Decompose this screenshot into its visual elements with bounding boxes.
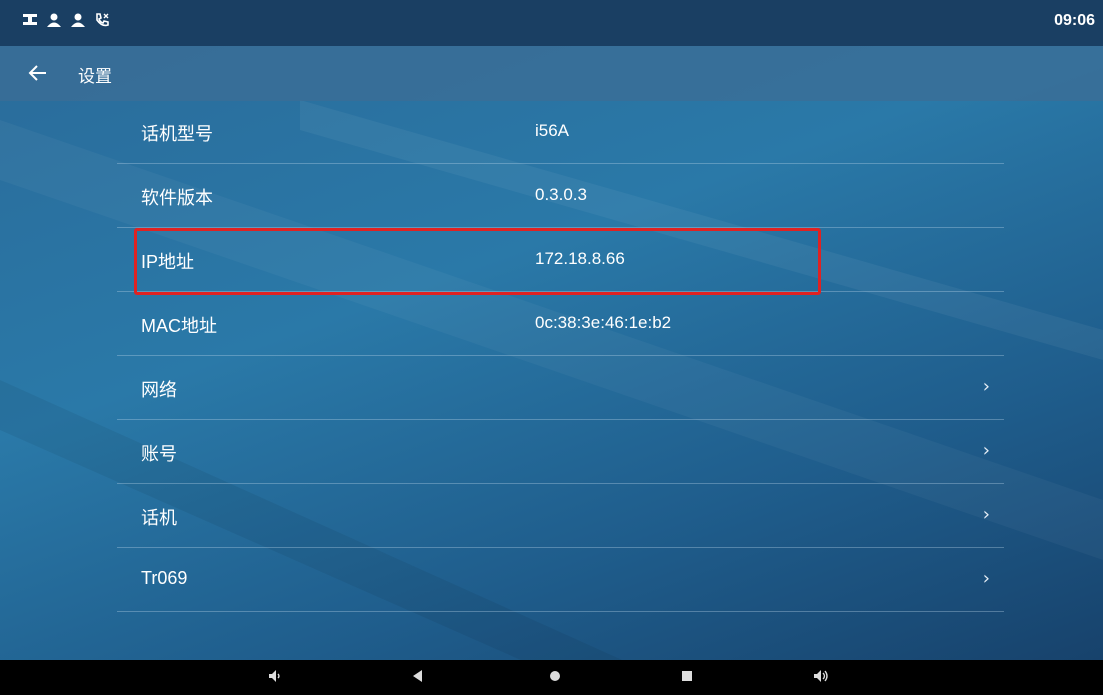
contact-icon — [70, 12, 86, 33]
row-label: 网络 — [141, 380, 177, 400]
chevron-right-icon: › — [982, 504, 990, 525]
row-label: 话机 — [141, 508, 177, 528]
contact-icon — [46, 12, 62, 33]
title-bar: 设置 — [0, 46, 1103, 101]
status-bar: 09:06 — [0, 0, 1103, 46]
row-label: MAC地址 — [141, 316, 217, 336]
chevron-right-icon: › — [982, 376, 990, 397]
volume-up-icon[interactable] — [813, 668, 829, 689]
row-value: 0c:38:3e:46:1e:b2 — [535, 313, 672, 332]
row-ip-address: IP地址 172.18.8.66 — [117, 228, 1004, 292]
row-value: i56A — [535, 121, 570, 140]
chevron-right-icon: › — [982, 440, 990, 461]
row-software-version: 软件版本 0.3.0.3 — [117, 164, 1004, 228]
row-label: 软件版本 — [141, 188, 213, 208]
back-triangle-icon[interactable] — [411, 668, 423, 689]
row-label: IP地址 — [141, 252, 195, 272]
nav-bar — [0, 660, 1103, 695]
row-tr069[interactable]: Tr069 › — [117, 548, 1004, 612]
row-mac-address: MAC地址 0c:38:3e:46:1e:b2 — [117, 292, 1004, 356]
row-label: 账号 — [141, 444, 177, 464]
settings-screen: 09:06 设置 话机型号 i56A 软件版本 0.3.0.3 IP地址 172… — [0, 0, 1103, 695]
row-phone[interactable]: 话机 › — [117, 484, 1004, 548]
row-label: 话机型号 — [141, 124, 213, 144]
recents-square-icon[interactable] — [680, 668, 694, 689]
volume-down-icon[interactable] — [268, 668, 282, 689]
chevron-right-icon: › — [982, 568, 990, 589]
page-title: 设置 — [78, 67, 112, 86]
row-value: 172.18.8.66 — [535, 249, 625, 268]
row-label: Tr069 — [141, 568, 188, 588]
status-time: 09:06 — [1054, 12, 1095, 29]
missed-call-icon — [94, 12, 110, 33]
home-circle-icon[interactable] — [548, 668, 562, 689]
row-value: 0.3.0.3 — [535, 185, 587, 204]
network-icon — [22, 12, 38, 33]
row-phone-model: 话机型号 i56A — [117, 100, 1004, 164]
status-icons — [22, 12, 110, 33]
row-network[interactable]: 网络 › — [117, 356, 1004, 420]
settings-list: 话机型号 i56A 软件版本 0.3.0.3 IP地址 172.18.8.66 … — [117, 100, 1004, 612]
arrow-left-icon[interactable] — [26, 61, 50, 85]
row-account[interactable]: 账号 › — [117, 420, 1004, 484]
